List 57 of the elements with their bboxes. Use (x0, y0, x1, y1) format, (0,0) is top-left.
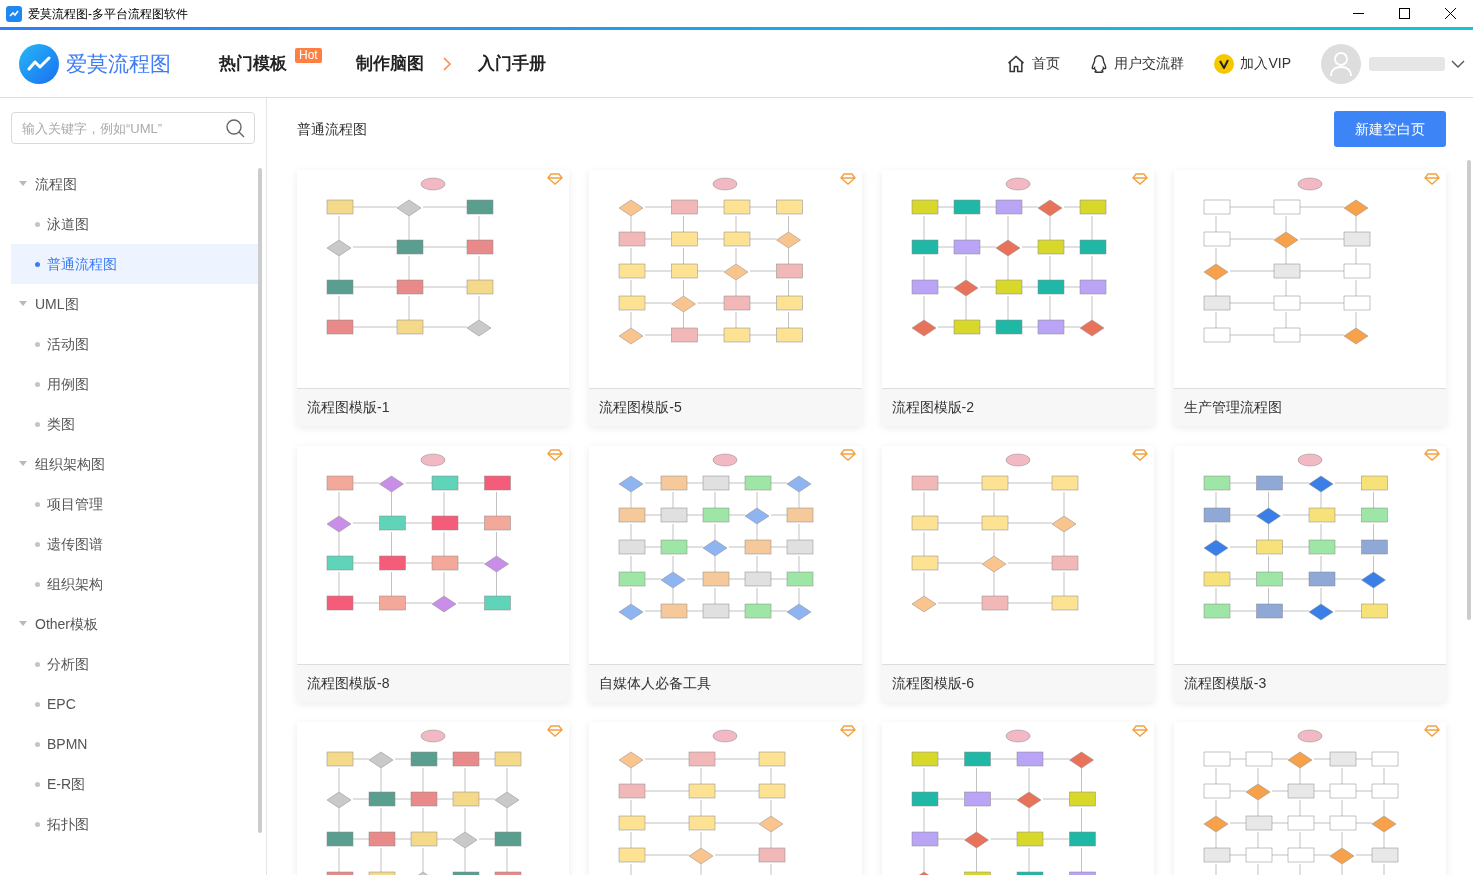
close-icon (1444, 8, 1456, 19)
app-icon (6, 5, 22, 22)
tree-item[interactable]: 遗传图谱 (11, 524, 258, 564)
tree-item[interactable]: E-R图 (11, 764, 258, 804)
template-name: 流程图模版-2 (891, 398, 974, 417)
vip-icon (1214, 53, 1235, 74)
template-card[interactable]: 流程图模版-2 (881, 170, 1154, 426)
tree-item[interactable]: EPC (11, 684, 258, 724)
header-link[interactable]: 加入VIP (1214, 53, 1291, 74)
nav-link[interactable]: 热门模板 (219, 50, 287, 77)
template-name: 流程图模版-1 (307, 398, 390, 417)
template-name: 流程图模版-6 (891, 674, 974, 693)
tree-item[interactable]: 组织架构 (11, 564, 258, 604)
tree-item[interactable]: 泳道图 (11, 204, 258, 244)
logo-text: 爱莫流程图 (66, 50, 171, 77)
tree-item[interactable]: 用例图 (11, 364, 258, 404)
template-card[interactable]: 流程图模版-8 (297, 446, 570, 702)
nav-link[interactable]: 入门手册 (477, 50, 546, 77)
template-name: 流程图模版-3 (1183, 674, 1267, 693)
scrollbar-thumb[interactable] (1467, 160, 1471, 620)
section-title: 普通流程图 (297, 119, 367, 139)
template-name: 流程图模版-8 (307, 674, 390, 693)
tree-item[interactable]: 活动图 (11, 324, 258, 364)
header-link[interactable]: 首页 (1006, 53, 1061, 74)
window-title: 爱莫流程图-多平台流程图软件 (28, 5, 188, 23)
tree-group[interactable]: 组织架构图 (11, 444, 258, 484)
penguin-icon (1090, 53, 1109, 74)
template-name: 自媒体人必备工具 (599, 674, 712, 693)
tree-group[interactable]: Other模板 (11, 604, 258, 644)
template-card[interactable]: 自媒体人必备工具 (589, 446, 862, 702)
nav-link[interactable]: 制作脑图 (355, 50, 424, 77)
dropdown-caret-icon[interactable] (1451, 58, 1465, 69)
template-card[interactable]: 流程图模版-3 (1173, 446, 1446, 702)
home-icon (1006, 53, 1027, 74)
new-blank-page-button[interactable]: 新建空白页 (1334, 111, 1446, 147)
maximize-icon (1398, 8, 1410, 19)
hot-badge: Hot (295, 48, 322, 63)
tree-item[interactable]: 拓扑图 (11, 804, 258, 844)
tree-item[interactable]: 项目管理 (11, 484, 258, 524)
template-name: 流程图模版-5 (599, 398, 682, 417)
template-card[interactable]: 生产管理流程图 (1173, 170, 1446, 426)
tree-group[interactable]: 流程图 (11, 164, 258, 204)
tree-item[interactable]: 普通流程图 (11, 244, 258, 284)
template-card[interactable]: 流程图模版-5 (589, 170, 862, 426)
scrollbar-thumb[interactable] (258, 168, 262, 833)
search-icon[interactable] (225, 118, 245, 138)
tree-item[interactable]: 类图 (11, 404, 258, 444)
template-card[interactable]: 流程图模版-6 (881, 446, 1154, 702)
tree-group[interactable]: UML图 (11, 284, 258, 324)
search-field[interactable]: 输入关键字，例如“UML” (11, 112, 255, 144)
tree-item[interactable]: 分析图 (11, 644, 258, 684)
tree-item[interactable]: BPMN (11, 724, 258, 764)
header-link[interactable]: 用户交流群 (1090, 53, 1185, 74)
logo-icon (19, 43, 59, 84)
avatar-icon[interactable] (1321, 43, 1361, 84)
template-card[interactable]: 流程图模版-1 (297, 170, 570, 426)
template-name: 生产管理流程图 (1183, 398, 1282, 417)
